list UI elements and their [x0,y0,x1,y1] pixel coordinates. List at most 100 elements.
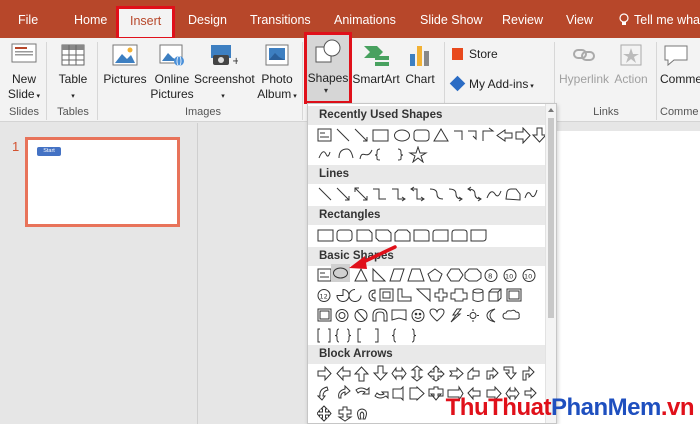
comment-label: Comme [660,72,700,86]
table-label: Table [58,72,88,86]
shapes-icon [315,39,341,63]
section-recently-used: Recently Used Shapes [308,106,546,125]
screenshot-icon: + [211,45,238,67]
slide-thumbnail[interactable]: Start [25,137,180,227]
comment-icon [664,45,688,67]
basic-shapes-icons-2[interactable]: 12 [317,287,549,304]
separator [46,42,47,120]
new-slide-button[interactable]: New Slide ▾ [6,42,42,104]
store-button[interactable]: Store [452,47,536,62]
chevron-down-icon: ▾ [221,93,225,100]
separator [302,42,303,120]
shape-row [317,227,547,244]
chevron-down-icon: ▾ [324,86,329,95]
watermark-logo: ThuThuatPhanMem.vn [445,394,695,422]
new-slide-label-2: Slide [7,87,35,101]
tell-me-text: Tell me what [634,13,700,27]
red-pointer-arrow-icon [349,245,397,269]
group-label-slides: Slides [9,106,39,118]
comment-button[interactable]: Comme [660,42,700,87]
separator [97,42,98,120]
tab-insert[interactable]: Insert [115,6,176,40]
tab-file[interactable]: File [18,0,38,38]
chart-icon [410,46,429,66]
action-star-icon [620,44,642,66]
block-arrows-icons-3[interactable] [317,405,397,422]
block-arrows-icons-1[interactable] [317,365,549,382]
online-pictures-label: Online [154,72,190,86]
shapes-label: Shapes [307,71,349,85]
shapes-button[interactable]: Shapes ▾ [304,32,352,104]
recent-shapes-icons[interactable] [317,127,547,144]
group-label-comments: Comme [660,106,699,118]
basic-shapes-icons-3[interactable] [317,307,549,324]
group-label-images: Images [184,106,222,118]
pictures-button[interactable]: Pictures [102,42,148,87]
gallery-scrollbar[interactable] [545,104,556,423]
smartart-icon [364,46,389,66]
start-shape: Start [37,147,61,156]
chevron-down-icon: ▾ [34,93,41,100]
scroll-up-arrow-icon[interactable] [548,108,554,112]
hyperlink-button[interactable]: Hyperlink [558,42,610,87]
chart-button[interactable]: Chart [402,42,438,87]
shape-row: 12 [317,287,549,304]
hyperlink-icon [573,49,595,61]
chevron-down-icon: ▾ [71,93,75,100]
svg-text:10: 10 [524,273,532,281]
table-icon [61,44,85,66]
online-pictures-button[interactable]: Online Pictures [150,42,194,102]
svg-text:12: 12 [320,293,328,301]
smartart-label: SmartArt [352,72,400,86]
shape-row [317,365,549,382]
section-block-arrows: Block Arrows [308,345,546,364]
line-shapes-icons[interactable] [317,186,547,203]
online-picture-icon [159,44,184,67]
svg-text:+: + [232,56,238,67]
rectangle-shapes-icons[interactable] [317,227,547,244]
lightbulb-icon [619,13,629,25]
chart-label: Chart [405,72,435,86]
action-label: Action [614,72,648,86]
photo-album-icon [265,44,289,66]
tab-view[interactable]: View [566,0,593,38]
smartart-button[interactable]: SmartArt [352,42,400,87]
section-lines: Lines [308,165,546,184]
shape-row [317,405,397,422]
watermark-part-1: ThuThuat [445,394,552,421]
watermark-part-3: .vn [660,394,695,421]
pictures-label: Pictures [103,72,147,86]
tab-design[interactable]: Design [188,0,227,38]
tab-transitions[interactable]: Transitions [250,0,311,38]
section-rectangles: Rectangles [308,206,546,225]
shape-row [317,146,437,163]
table-button[interactable]: Table ▾ [54,42,92,104]
chevron-down-icon: ▾ [528,83,534,90]
scroll-thumb[interactable] [548,118,554,318]
tab-review[interactable]: Review [502,0,543,38]
new-slide-icon [11,43,37,63]
shape-row [317,127,547,144]
new-slide-label: New [11,72,36,86]
picture-icon [112,44,138,66]
recent-shapes-icons-2[interactable] [317,146,437,163]
my-addins-button[interactable]: My Add-ins ▾ [449,75,548,94]
online-pictures-label-2: Pictures [150,87,194,101]
group-label-tables: Tables [57,106,89,118]
basic-shapes-icons-4[interactable] [317,327,549,344]
svg-text:8: 8 [488,273,492,281]
action-button[interactable]: Action [612,42,650,87]
photo-album-button[interactable]: Photo Album ▾ [254,42,300,104]
slide-canvas[interactable] [545,131,700,424]
tell-me-box[interactable]: Tell me what [618,0,700,38]
tab-home[interactable]: Home [74,0,107,38]
tab-slide-show[interactable]: Slide Show [420,0,483,38]
hyperlink-label: Hyperlink [558,72,609,86]
screenshot-label: Screenshot [194,72,255,86]
shape-row [317,327,549,344]
group-label-links: Links [593,106,619,118]
photo-album-label: Photo [261,72,293,86]
slide-number: 1 [12,139,20,154]
separator [656,42,657,120]
screenshot-button[interactable]: + Screenshot ▾ [194,42,255,104]
